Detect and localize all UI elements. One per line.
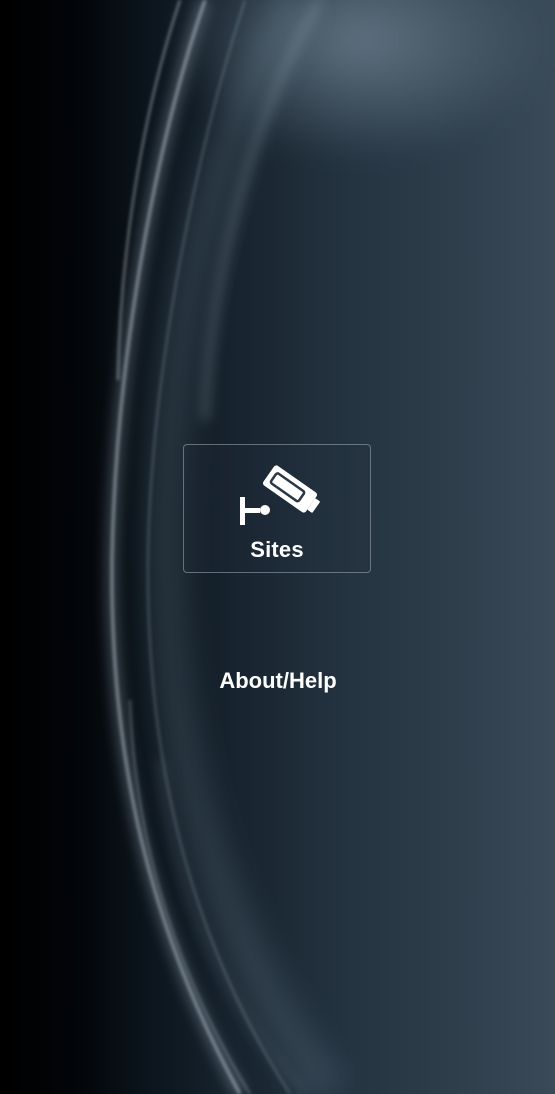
home-screen: Sites About/Help [0,0,555,1094]
security-camera-icon [240,465,320,525]
about-help-link[interactable]: About/Help [178,668,378,694]
sites-button[interactable]: Sites [183,444,371,573]
sites-label: Sites [250,537,304,562]
